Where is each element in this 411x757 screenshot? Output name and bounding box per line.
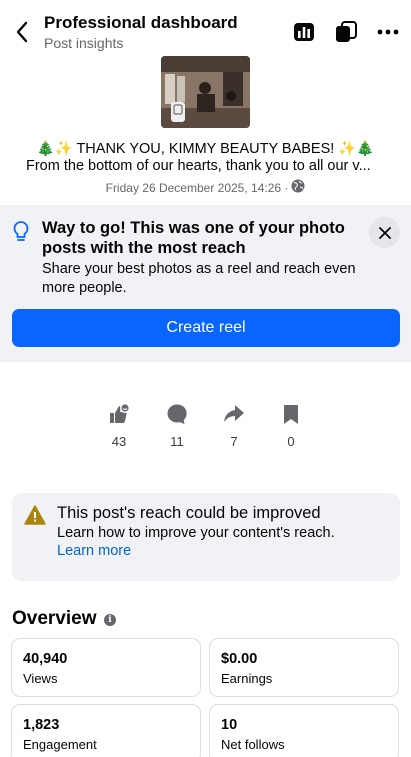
page-subtitle: Post insights bbox=[44, 35, 124, 51]
post-date-text: Friday 26 December 2025, 14:26 · bbox=[105, 180, 289, 195]
saves-count: 0 bbox=[287, 434, 295, 449]
reactions-icon bbox=[99, 402, 139, 426]
comments-stat[interactable]: 11 bbox=[157, 402, 197, 449]
reactions-count: 43 bbox=[111, 434, 127, 449]
reel-suggestion-card: Way to go! This was one of your photo po… bbox=[0, 205, 411, 362]
views-label: Views bbox=[23, 671, 58, 686]
engagement-metric-card[interactable]: 1,823 Engagement bbox=[11, 704, 201, 757]
tip-title: Way to go! This was one of your photo po… bbox=[42, 219, 345, 257]
overview-heading: Overview bbox=[12, 608, 97, 629]
more-options-icon[interactable] bbox=[376, 20, 400, 44]
close-icon[interactable] bbox=[369, 217, 400, 248]
earnings-metric-card[interactable]: $0.00 Earnings bbox=[209, 638, 399, 697]
top-bar: Professional dashboard Post insights bbox=[0, 0, 411, 58]
lightbulb-icon bbox=[10, 220, 32, 242]
views-value: 40,940 bbox=[23, 651, 68, 667]
comment-icon bbox=[157, 402, 197, 426]
post-date: Friday 26 December 2025, 14:26 · bbox=[0, 179, 411, 196]
page-title: Professional dashboard bbox=[44, 13, 238, 32]
insights-chart-icon[interactable] bbox=[292, 20, 316, 44]
create-reel-button[interactable]: Create reel bbox=[12, 309, 400, 347]
net-follows-value: 10 bbox=[221, 717, 238, 733]
globe-icon bbox=[291, 179, 305, 196]
share-icon bbox=[214, 402, 254, 426]
shares-stat[interactable]: 7 bbox=[214, 402, 254, 449]
post-title: 🎄✨ THANK YOU, KIMMY BEAUTY BABES! ✨🎄 bbox=[36, 141, 375, 157]
shares-count: 7 bbox=[230, 434, 238, 449]
engagement-label: Engagement bbox=[23, 737, 97, 752]
back-icon[interactable] bbox=[10, 18, 34, 46]
earnings-label: Earnings bbox=[221, 671, 273, 686]
saves-stat[interactable]: 0 bbox=[271, 402, 311, 449]
reach-title: This post's reach could be improved bbox=[57, 504, 321, 522]
engagement-value: 1,823 bbox=[23, 717, 60, 733]
tip-description: Share your best photos as a reel and rea… bbox=[42, 261, 356, 296]
comments-count: 11 bbox=[170, 434, 184, 449]
views-metric-card[interactable]: 40,940 Views bbox=[11, 638, 201, 697]
reach-description: Learn how to improve your content's reac… bbox=[57, 525, 335, 541]
post-body-preview[interactable]: From the bottom of our hearts, thank you… bbox=[26, 158, 388, 174]
warning-icon bbox=[24, 505, 46, 525]
reactions-stat[interactable]: 43 bbox=[99, 402, 139, 449]
earnings-value: $0.00 bbox=[221, 651, 258, 667]
save-icon bbox=[271, 402, 311, 426]
learn-more-link[interactable]: Learn more bbox=[57, 543, 131, 559]
reach-warning-card: This post's reach could be improved Lear… bbox=[12, 493, 400, 581]
post-thumbnail[interactable] bbox=[161, 56, 250, 128]
info-icon[interactable]: i bbox=[104, 614, 116, 626]
net-follows-label: Net follows bbox=[221, 737, 285, 752]
net-follows-metric-card[interactable]: 10 Net follows bbox=[209, 704, 399, 757]
copy-icon[interactable] bbox=[334, 20, 358, 44]
